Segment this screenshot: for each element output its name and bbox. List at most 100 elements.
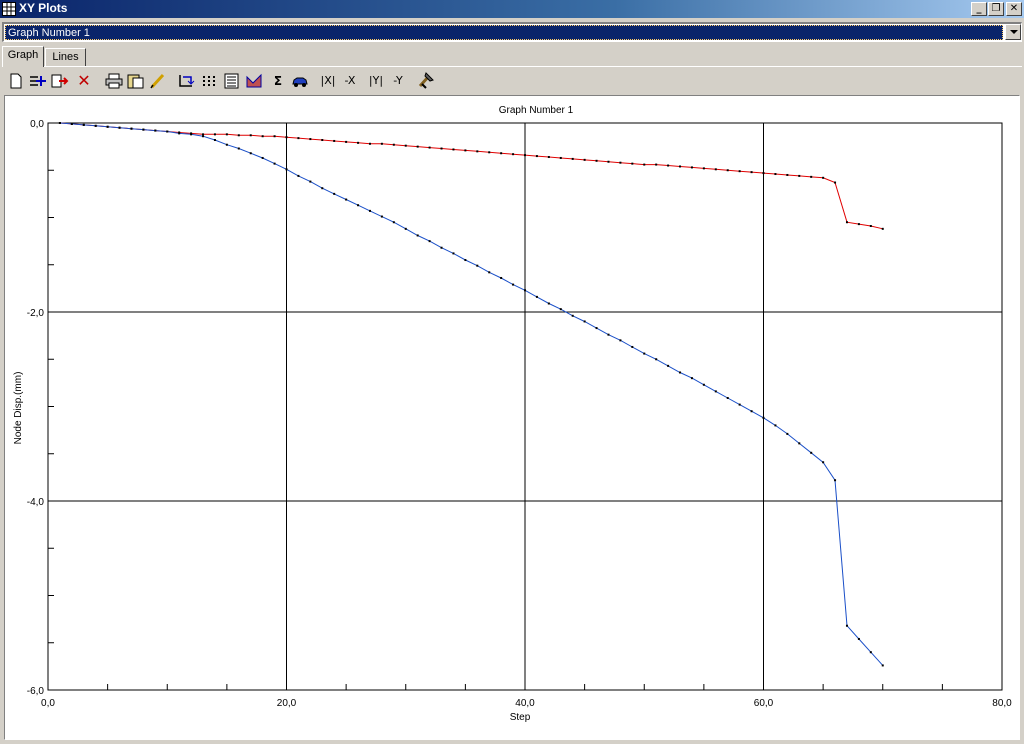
series-2-point (738, 403, 741, 406)
series-1-point (488, 151, 491, 154)
abs-x-button[interactable]: |X| (318, 71, 338, 91)
series-1-point (202, 133, 205, 136)
close-button[interactable]: ✕ (1006, 2, 1022, 16)
series-2-point (261, 156, 264, 159)
series-2-point (106, 125, 109, 128)
series-1-point (464, 149, 467, 152)
series-2-point (810, 451, 813, 454)
series-2-point (679, 371, 682, 374)
tab-graph[interactable]: Graph (2, 46, 44, 67)
copy-icon[interactable] (126, 71, 146, 91)
graph-selector-value[interactable]: Graph Number 1 (5, 25, 1003, 40)
series-1-point (428, 146, 431, 149)
new-icon[interactable] (6, 71, 26, 91)
series-2-point (798, 442, 801, 445)
series-2-point (702, 383, 705, 386)
series-2-point (774, 424, 777, 427)
delete-icon[interactable]: ✕ (74, 71, 94, 91)
series-1-point (357, 141, 360, 144)
axis-ticks: 0,0 20,0 40,0 60,0 80,0 0,0 -2,0 -4,0 -6,0 (27, 119, 1012, 709)
y-axis-label: Node Disp.(mm) (13, 372, 24, 445)
series-1-point (690, 166, 693, 169)
sum-icon[interactable]: Σ (268, 71, 288, 91)
series-2-point (380, 215, 383, 218)
series-1-point (321, 139, 324, 142)
series-1-point (762, 172, 765, 175)
grid-icon[interactable] (200, 71, 220, 91)
series-1-point (857, 223, 860, 226)
series-1-point (667, 164, 670, 167)
series-1-point (559, 156, 562, 159)
grid-lines (47, 122, 1003, 691)
series-2-point (667, 364, 670, 367)
series-2-point (166, 130, 169, 133)
pen-icon[interactable] (148, 71, 168, 91)
series-2-point (655, 358, 658, 361)
series-1-point (213, 133, 216, 136)
series-2-point (714, 390, 717, 393)
series-1-point (476, 150, 479, 153)
series-1-point (273, 135, 276, 138)
series-2-point (285, 168, 288, 171)
chevron-down-icon[interactable] (1005, 24, 1021, 40)
graph-selector[interactable]: Graph Number 1 (2, 22, 1022, 42)
series-2-point (118, 126, 121, 129)
minimize-button[interactable]: _ (971, 2, 987, 16)
tab-strip: Graph Lines (2, 46, 1022, 67)
car-icon[interactable] (290, 71, 310, 91)
series-2-point (834, 479, 837, 482)
series-2-point (822, 461, 825, 464)
series-1-point (237, 134, 240, 137)
series-1-point (512, 153, 515, 156)
series-2-point (416, 234, 419, 237)
series-2-point (297, 174, 300, 177)
series-2-point (213, 139, 216, 142)
series-1-point (333, 139, 336, 142)
series-1-point (261, 135, 264, 138)
series-2-point (500, 276, 503, 279)
series-2-point (571, 314, 574, 317)
print-icon[interactable] (104, 71, 124, 91)
abs-y-button[interactable]: |Y| (366, 71, 386, 91)
neg-x-button[interactable]: -X (340, 71, 360, 91)
toolbar: ✕ Σ |X| -X |Y| -Y (4, 70, 1014, 92)
xy-chart: Graph Number 1 Node Disp.(mm) Step 0,0 20… (13, 105, 1012, 723)
series-2-point (512, 283, 515, 286)
import-icon[interactable] (50, 71, 70, 91)
series-1-point (607, 160, 610, 163)
series-2-point (273, 162, 276, 165)
series-1-point (702, 167, 705, 170)
series-2-point (595, 327, 598, 330)
series-1-point (285, 136, 288, 139)
chart-title: Graph Number 1 (499, 105, 574, 116)
table-icon[interactable] (222, 71, 242, 91)
series-2-point (488, 271, 491, 274)
series-1-point (404, 144, 407, 147)
title-bar: XY Plots _ ❐ ✕ (0, 0, 1024, 18)
tools-icon[interactable] (416, 71, 436, 91)
series-line-1 (59, 122, 883, 230)
series-1-point (738, 170, 741, 173)
series-2-point (82, 123, 85, 126)
series-2-point (249, 152, 252, 155)
tab-divider (2, 66, 1022, 67)
series-1-point (869, 225, 872, 228)
series-2-point (357, 204, 360, 207)
refresh-icon[interactable] (176, 71, 196, 91)
x-tick-label: 0,0 (41, 698, 55, 709)
neg-y-button[interactable]: -Y (388, 71, 408, 91)
series-1-point (798, 174, 801, 177)
series-2-point (333, 192, 336, 195)
series-2-point (94, 124, 97, 127)
series-2-point (178, 132, 181, 135)
tab-lines[interactable]: Lines (45, 48, 86, 66)
series-lines (58, 122, 884, 667)
series-2-point (547, 302, 550, 305)
restore-button[interactable]: ❐ (988, 2, 1004, 16)
series-1-point (380, 142, 383, 145)
series-2-point (786, 432, 789, 435)
y-tick-label: -6,0 (27, 686, 45, 697)
fill-icon[interactable] (244, 71, 264, 91)
add-line-icon[interactable] (28, 71, 48, 91)
series-2-point (690, 377, 693, 380)
